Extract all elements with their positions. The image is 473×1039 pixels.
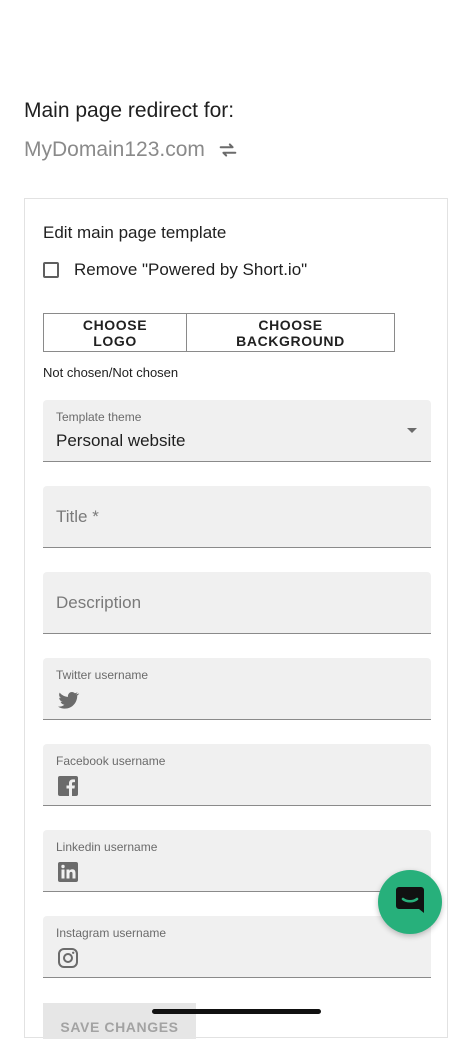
facebook-username-input[interactable]: Facebook username	[43, 744, 431, 806]
card-title: Edit main page template	[43, 223, 227, 242]
facebook-icon	[56, 774, 80, 798]
facebook-username-label: Facebook username	[56, 754, 166, 768]
choose-background-button[interactable]: CHOOSE BACKGROUND	[187, 313, 395, 352]
instagram-username-label: Instagram username	[56, 926, 167, 940]
page-header: Main page redirect for:	[24, 98, 234, 124]
template-theme-select[interactable]: Template theme Personal website	[43, 400, 431, 462]
instagram-username-input[interactable]: Instagram username	[43, 916, 431, 978]
domain-name: MyDomain123.com	[24, 138, 205, 161]
swap-domain-icon[interactable]	[217, 139, 239, 161]
title-input[interactable]: Title *	[43, 486, 431, 548]
template-theme-value: Personal website	[56, 431, 186, 450]
twitter-username-input[interactable]: Twitter username	[43, 658, 431, 720]
title-placeholder: Title *	[56, 507, 99, 526]
home-indicator	[152, 1009, 321, 1014]
chat-icon	[393, 883, 427, 922]
twitter-icon	[56, 688, 80, 712]
linkedin-username-label: Linkedin username	[56, 840, 158, 854]
page-title: Main page redirect for:	[24, 99, 235, 122]
twitter-username-label: Twitter username	[56, 668, 149, 682]
remove-powered-checkbox[interactable]	[43, 262, 59, 278]
remove-powered-row[interactable]: Remove "Powered by Short.io"	[43, 260, 307, 280]
linkedin-username-input[interactable]: Linkedin username	[43, 830, 431, 892]
linkedin-icon	[56, 860, 80, 884]
image-button-group: CHOOSE LOGO CHOOSE BACKGROUND	[43, 313, 395, 352]
instagram-icon	[56, 946, 80, 970]
choose-logo-button[interactable]: CHOOSE LOGO	[43, 313, 187, 352]
chosen-status: Not chosen/Not chosen	[43, 365, 179, 380]
domain-row: MyDomain123.com	[24, 137, 239, 163]
chevron-down-icon	[407, 428, 417, 433]
description-placeholder: Description	[56, 593, 142, 612]
chat-button[interactable]	[378, 870, 442, 934]
description-input[interactable]: Description	[43, 572, 431, 634]
template-theme-label: Template theme	[56, 410, 142, 424]
remove-powered-label: Remove "Powered by Short.io"	[74, 260, 308, 279]
